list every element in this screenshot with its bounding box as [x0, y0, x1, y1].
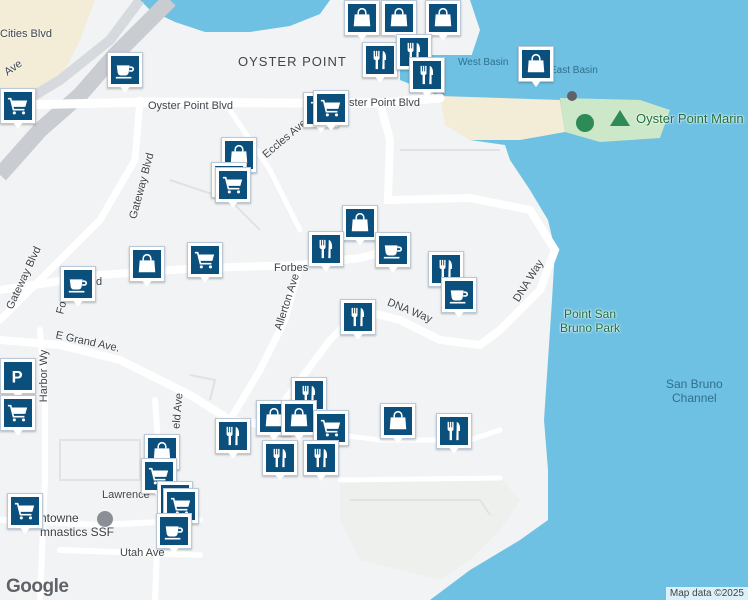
poi-marker-shopping[interactable] [281, 400, 317, 441]
marker-pointer [12, 121, 24, 129]
google-logo: Google [6, 576, 69, 597]
forbes-label-2: d [96, 276, 103, 288]
shopping-cart-icon [317, 414, 345, 442]
shopping-bag-icon [285, 404, 313, 432]
marker-pointer [421, 90, 433, 98]
fork-knife-icon [266, 444, 294, 472]
oyster-point-marina-label: Oyster Point Marin [636, 111, 744, 126]
poi-marker-shopping[interactable] [380, 403, 416, 444]
west-basin-label: West Basin [458, 57, 509, 68]
shopping-cart-icon [191, 246, 219, 274]
coffee-cup-icon [379, 236, 407, 264]
parking-icon: P [4, 362, 32, 390]
poi-marker-cafe[interactable] [156, 513, 192, 554]
fork-knife-icon [440, 417, 468, 445]
marker-pointer [374, 75, 386, 83]
shopping-bag-icon [522, 50, 550, 78]
poi-marker-cafe[interactable] [107, 52, 143, 93]
marker-pointer [227, 200, 239, 208]
poi-marker-cafe[interactable] [441, 277, 477, 318]
poi-marker-cafe[interactable] [60, 266, 96, 307]
fork-knife-icon [366, 46, 394, 74]
poi-marker-shopping[interactable] [425, 0, 461, 41]
poi-marker-restaurant[interactable] [303, 440, 339, 481]
marker-pointer [325, 123, 337, 131]
poi-marker-restaurant[interactable] [215, 418, 251, 459]
shopping-cart-icon [11, 497, 39, 525]
shopping-bag-icon [133, 250, 161, 278]
marker-pointer [437, 33, 449, 41]
marker-pointer [12, 428, 24, 436]
marker-pointer [199, 275, 211, 283]
poi-marker-restaurant[interactable] [262, 440, 298, 481]
gymnastics-label-1: ntowne [40, 511, 79, 525]
marker-pointer [72, 299, 84, 307]
poi-marker-restaurant[interactable] [308, 231, 344, 272]
marker-pointer [315, 473, 327, 481]
marker-pointer [320, 264, 332, 272]
marker-pointer [352, 332, 364, 340]
poi-marker-grocery[interactable] [0, 395, 36, 436]
shopping-cart-icon [4, 92, 32, 120]
poi-marker-cafe[interactable] [375, 232, 411, 273]
marker-pointer [141, 279, 153, 287]
marker-pointer [19, 526, 31, 534]
marker-pointer [448, 446, 460, 454]
fork-knife-icon [312, 235, 340, 263]
coffee-cup-icon [160, 517, 188, 545]
map-attribution[interactable]: Map data ©2025 [665, 587, 748, 600]
fork-knife-icon [413, 61, 441, 89]
fork-knife-icon [307, 444, 335, 472]
east-basin-label: East Basin [550, 65, 598, 76]
coffee-cup-icon [64, 270, 92, 298]
poi-marker-grocery[interactable] [313, 90, 349, 131]
poi-marker-grocery[interactable] [187, 242, 223, 283]
shopping-cart-icon [317, 94, 345, 122]
oyster-point-blvd-label: Oyster Point Blvd [148, 100, 233, 112]
poi-marker-grocery[interactable] [7, 493, 43, 534]
marker-pointer [387, 265, 399, 273]
fork-knife-icon [219, 422, 247, 450]
poi-marker-shopping[interactable] [518, 46, 554, 87]
marker-pointer [530, 79, 542, 87]
marker-pointer [453, 310, 465, 318]
oyster-point-label: OYSTER POINT [238, 54, 347, 69]
gymnastics-label-2: mnastics SSF [40, 525, 115, 539]
marker-pointer [274, 473, 286, 481]
poi-marker-restaurant[interactable] [340, 299, 376, 340]
marker-pointer [119, 85, 131, 93]
shopping-bag-icon [346, 209, 374, 237]
poi-marker-grocery[interactable] [0, 88, 36, 129]
marker-pointer [392, 436, 404, 444]
shopping-bag-icon [429, 4, 457, 32]
shopping-bag-icon [348, 4, 376, 32]
poi-marker-parking[interactable]: P [0, 358, 36, 399]
coffee-cup-icon [445, 281, 473, 309]
marker-pointer [168, 546, 180, 554]
poi-marker-grocery[interactable] [215, 167, 251, 208]
shopping-bag-icon [384, 407, 412, 435]
poi-marker-restaurant[interactable] [436, 413, 472, 454]
shopping-cart-icon [219, 171, 247, 199]
point-san-bruno-park-label: Point San Bruno Park [560, 307, 621, 335]
san-bruno-channel-label: San Bruno Channel [666, 377, 723, 405]
harbor-wy-label: Harbor Wy [38, 349, 51, 403]
poi-marker-shopping[interactable] [129, 246, 165, 287]
marker-pointer [356, 33, 368, 41]
poi-marker-restaurant[interactable] [409, 57, 445, 98]
shopping-cart-icon [4, 399, 32, 427]
fork-knife-icon [344, 303, 372, 331]
poi-marker-shopping[interactable] [381, 0, 417, 41]
poi-marker-shopping[interactable] [342, 205, 378, 246]
park-poi-icon[interactable] [576, 114, 594, 132]
poi-marker-restaurant[interactable] [362, 42, 398, 83]
marker-pointer [227, 451, 239, 459]
cities-blvd-label: Cities Blvd [0, 28, 52, 40]
coffee-cup-icon [111, 56, 139, 84]
svg-text:P: P [12, 368, 23, 386]
marina-poi-icon[interactable] [567, 91, 577, 101]
shopping-bag-icon [385, 4, 413, 32]
poi-marker-shopping[interactable] [344, 0, 380, 41]
marker-pointer [354, 238, 366, 246]
